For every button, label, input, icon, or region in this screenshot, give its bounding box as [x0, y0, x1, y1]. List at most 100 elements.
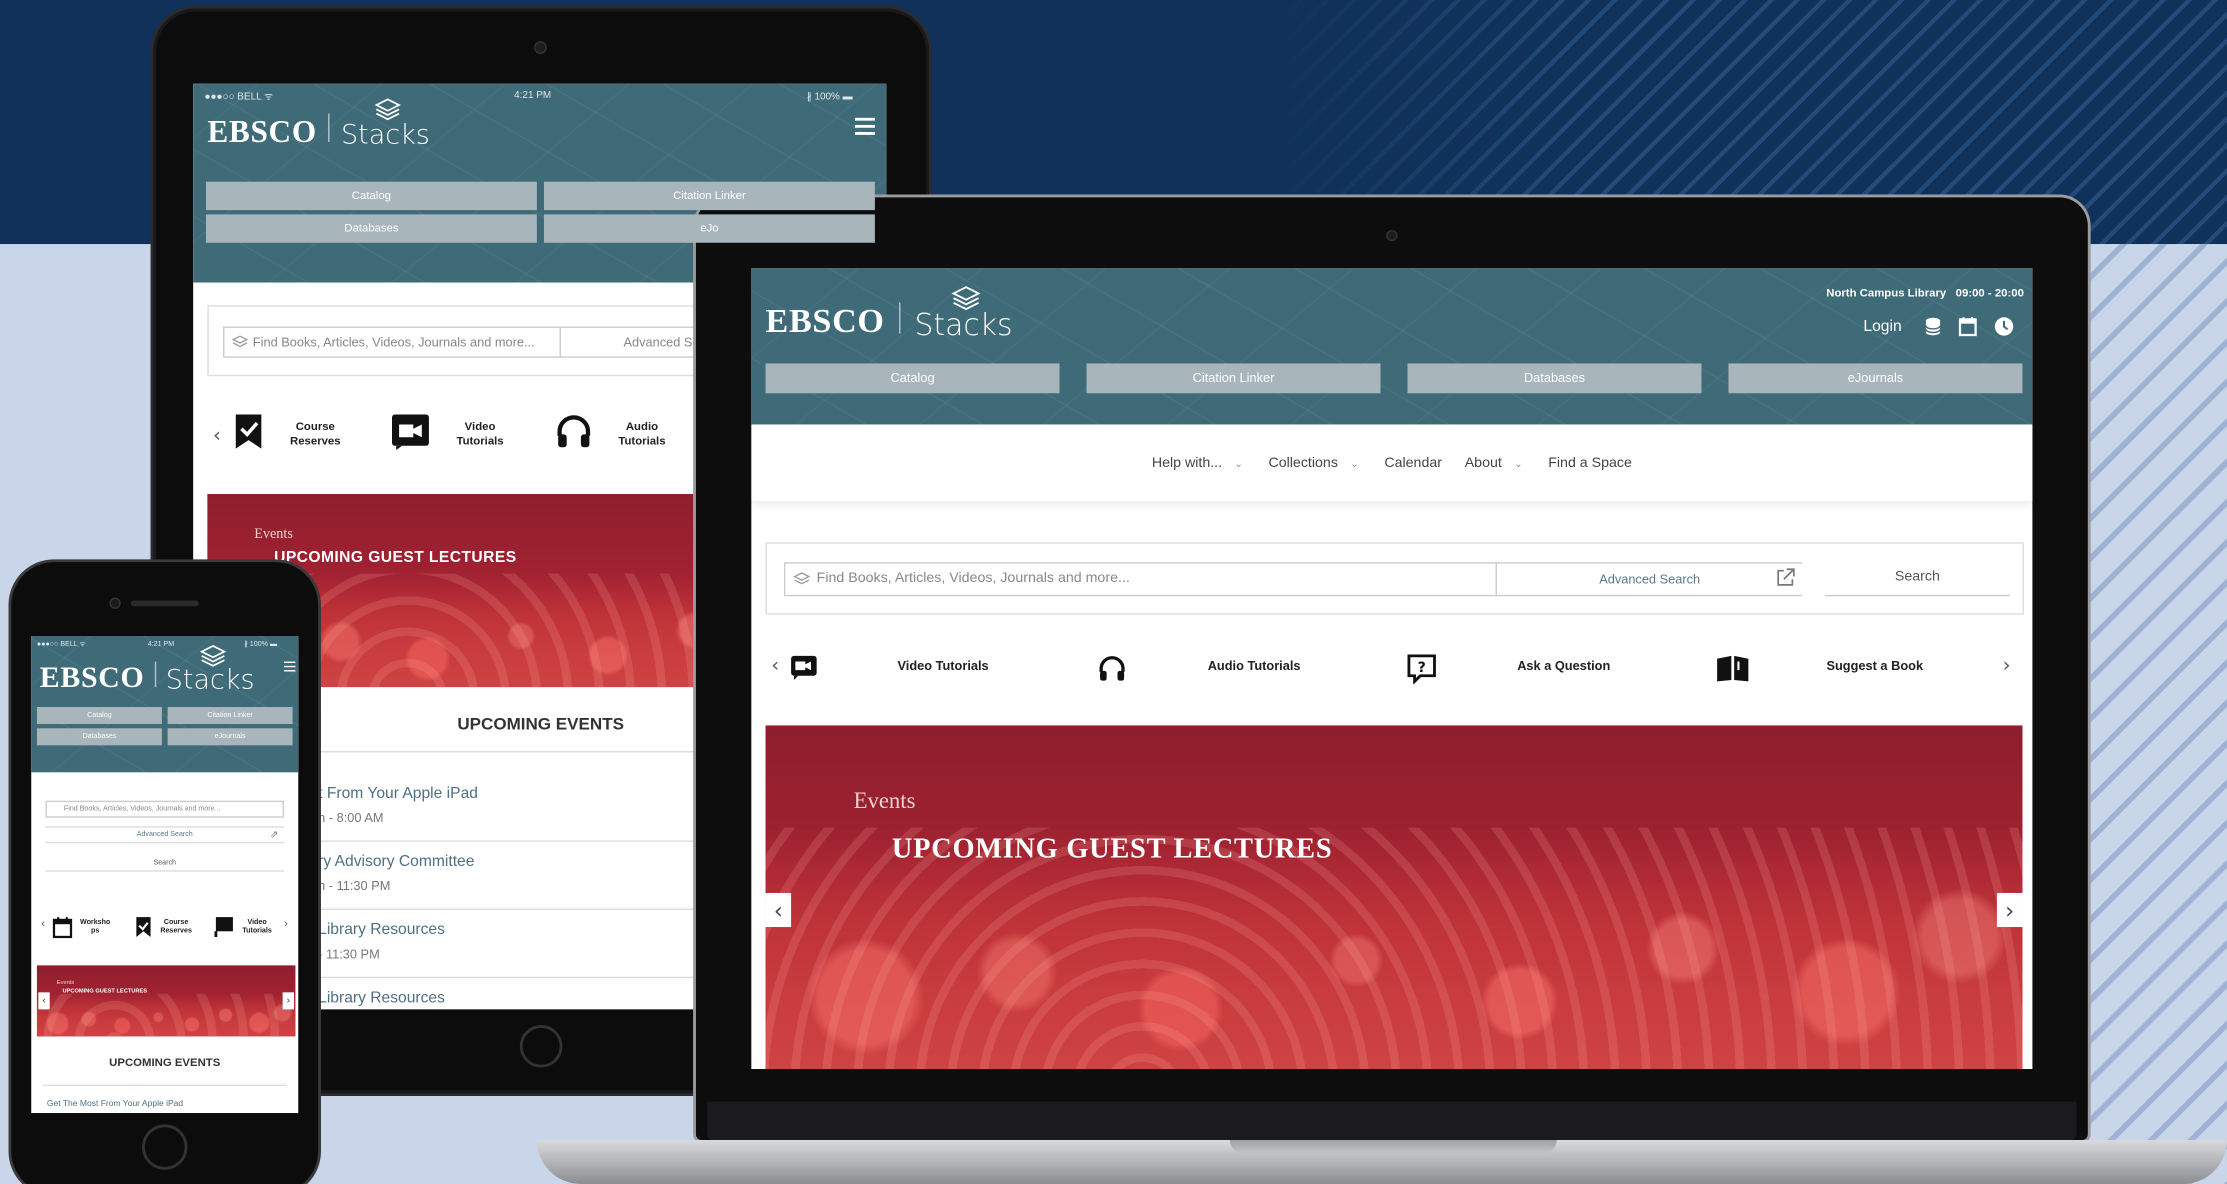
iphone-nav-catalog[interactable]: Catalog: [36, 706, 162, 725]
external-link-icon[interactable]: [1775, 568, 1798, 591]
chevron-left-icon[interactable]: ‹: [38, 992, 50, 1010]
iphone-quicklink-course-reserves[interactable]: Course Reserves: [156, 917, 196, 937]
laptop-quicklink-video-tutorials[interactable]: Video Tutorials: [879, 654, 1007, 680]
logo-stacks-text: Stacks: [166, 644, 255, 696]
iphone-status-carrier: ●●●○○ BELL ᯤ: [36, 640, 86, 649]
ipad-quicklink-audio-tutorials[interactable]: Audio Tutorials: [602, 416, 682, 453]
library-hours: North Campus Library 09:00 - 20:00: [1826, 287, 2024, 300]
laptop-quicklink-ask-a-question[interactable]: Ask a Question: [1498, 654, 1629, 680]
laptop-screen: North Campus Library 09:00 - 20:00 Login…: [751, 268, 2033, 1070]
chevron-down-icon: ⌄: [1234, 459, 1243, 470]
ipad-nav-databases[interactable]: Databases: [205, 214, 537, 243]
chevron-left-icon[interactable]: ‹: [213, 424, 221, 447]
ipad-hero-title: UPCOMING GUEST LECTURES: [274, 549, 517, 567]
checkmark-bookmark-icon[interactable]: [135, 916, 152, 939]
laptop-search-box: Find Books, Articles, Videos, Journals a…: [765, 542, 2024, 615]
ipad-nav-citation-linker[interactable]: Citation Linker: [543, 181, 875, 211]
iphone-hero-banner[interactable]: Events UPCOMING GUEST LECTURES ‹ ›: [36, 965, 296, 1037]
laptop-nav-databases[interactable]: Databases: [1407, 363, 1702, 394]
laptop-quicklink-audio-tutorials[interactable]: Audio Tutorials: [1189, 654, 1320, 680]
ipad-event-4-title[interactable]: Library Resources: [318, 990, 445, 1007]
logo-stacks-word: Stacks: [341, 119, 430, 151]
iphone-advanced-search-link[interactable]: Advanced Search ⇗: [45, 826, 285, 844]
chevron-left-icon[interactable]: ‹: [765, 892, 792, 928]
headphones-icon[interactable]: [555, 413, 592, 450]
marketing-stage: ●●●○○ BELL ᯤ 4:21 PM ∦ 100% ▬ EBSCO Stac…: [0, 0, 2227, 1184]
iphone-camera: [110, 599, 120, 608]
laptop-hero-title: UPCOMING GUEST LECTURES: [891, 833, 1333, 865]
video-camera-icon[interactable]: [790, 654, 818, 681]
stack-books-icon: [793, 572, 811, 585]
laptop-nav-catalog[interactable]: Catalog: [765, 363, 1060, 394]
ipad-nav-ejournals[interactable]: eJo: [543, 214, 875, 243]
calendar-icon[interactable]: [52, 916, 73, 939]
iphone-event-1-title[interactable]: Get The Most From Your Apple iPad: [47, 1100, 183, 1109]
iphone-status-battery: ∦ 100% ▬: [244, 640, 278, 649]
headphones-icon[interactable]: [1098, 654, 1126, 682]
chevron-left-icon[interactable]: ‹: [771, 654, 779, 677]
menu-calendar[interactable]: Calendar: [1384, 455, 1442, 471]
ipad-event-3-title[interactable]: Library Resources: [318, 921, 445, 938]
login-link[interactable]: Login: [1863, 318, 1901, 335]
video-flag-icon[interactable]: [214, 916, 234, 939]
iphone-quicklink-workshops[interactable]: Worksho ps: [75, 917, 115, 937]
laptop-search-button[interactable]: Search: [1825, 562, 2010, 597]
iphone-status-time: 4:21 PM: [147, 640, 175, 649]
iphone-logo[interactable]: EBSCO Stacks: [40, 644, 255, 696]
laptop-logo[interactable]: EBSCO Stacks: [766, 286, 1013, 342]
calendar-icon[interactable]: [1958, 317, 1977, 337]
laptop-hero-banner[interactable]: Events UPCOMING GUEST LECTURES ‹ ›: [765, 725, 2023, 1070]
database-icon[interactable]: [1924, 317, 1941, 337]
checkmark-bookmark-icon[interactable]: [233, 413, 264, 453]
chevron-right-icon[interactable]: ›: [284, 917, 288, 930]
iphone-nav-citation-linker[interactable]: Citation Linker: [167, 706, 293, 725]
open-book-icon[interactable]: [1716, 654, 1750, 682]
chevron-down-icon: ⌄: [1350, 459, 1359, 470]
menu-find-a-space[interactable]: Find a Space: [1548, 455, 1632, 471]
iphone-nav-ejournals[interactable]: eJournals: [167, 728, 293, 746]
question-bubble-icon[interactable]: ?: [1406, 653, 1437, 685]
chevron-right-icon[interactable]: ›: [2003, 654, 2011, 677]
svg-text:?: ?: [1418, 660, 1426, 676]
ipad-event-3-time: - 11:30 PM: [318, 946, 380, 962]
ipad-event-1-title[interactable]: t From Your Apple iPad: [318, 785, 478, 802]
ipad-quicklink-course-reserves[interactable]: Course Reserves: [273, 416, 358, 453]
laptop-advanced-search-link[interactable]: Advanced Search: [1496, 562, 1803, 597]
ipad-event-2-title[interactable]: ry Advisory Committee: [318, 853, 474, 870]
iphone-hero-title: UPCOMING GUEST LECTURES: [62, 986, 148, 994]
iphone-home-button[interactable]: [142, 1124, 188, 1170]
laptop-search-placeholder: Find Books, Articles, Videos, Journals a…: [816, 570, 1130, 587]
ipad-camera: [535, 42, 546, 53]
laptop-bezel-bottom: [707, 1101, 2077, 1140]
hamburger-menu-icon[interactable]: [855, 117, 875, 135]
ipad-home-button[interactable]: [519, 1024, 563, 1068]
ipad-logo[interactable]: EBSCO Stacks: [207, 98, 430, 151]
laptop-search-input[interactable]: Find Books, Articles, Videos, Journals a…: [783, 562, 1497, 597]
video-camera-icon[interactable]: [391, 413, 431, 451]
menu-about[interactable]: About ⌄: [1465, 455, 1523, 471]
iphone-nav-databases[interactable]: Databases: [36, 728, 162, 746]
iphone-search-input[interactable]: Find Books, Articles, Videos, Journals a…: [45, 800, 285, 818]
laptop-nav-citation-linker[interactable]: Citation Linker: [1086, 363, 1381, 394]
ipad-nav-catalog[interactable]: Catalog: [205, 181, 537, 211]
laptop-nav-ejournals[interactable]: eJournals: [1728, 363, 2023, 394]
iphone-search-button[interactable]: Search: [45, 855, 285, 872]
iphone-events-heading: UPCOMING EVENTS: [109, 1056, 221, 1070]
ipad-event-1-time: h - 8:00 AM: [318, 810, 384, 825]
menu-help-with[interactable]: Help with... ⌄: [1152, 455, 1243, 471]
hamburger-menu-icon[interactable]: [284, 661, 296, 672]
iphone-quicklink-video-tutorials[interactable]: Video Tutorials: [237, 917, 277, 937]
chevron-left-icon[interactable]: ‹: [41, 917, 45, 930]
menu-collections[interactable]: Collections ⌄: [1268, 455, 1358, 471]
clock-icon[interactable]: [1994, 317, 2014, 337]
laptop-camera: [1387, 231, 1397, 240]
library-name: North Campus Library: [1826, 286, 1947, 300]
ipad-event-2-time: h - 11:30 PM: [318, 878, 391, 893]
external-link-icon: ⇗: [270, 830, 279, 841]
ipad-events-heading: UPCOMING EVENTS: [457, 714, 625, 734]
ipad-search-input[interactable]: Find Books, Articles, Videos, Journals a…: [222, 326, 562, 358]
chevron-right-icon[interactable]: ›: [1996, 892, 2023, 928]
ipad-quicklink-video-tutorials[interactable]: Video Tutorials: [437, 416, 522, 453]
chevron-right-icon[interactable]: ›: [282, 992, 294, 1010]
laptop-quicklink-suggest-a-book[interactable]: Suggest a Book: [1809, 654, 1940, 680]
